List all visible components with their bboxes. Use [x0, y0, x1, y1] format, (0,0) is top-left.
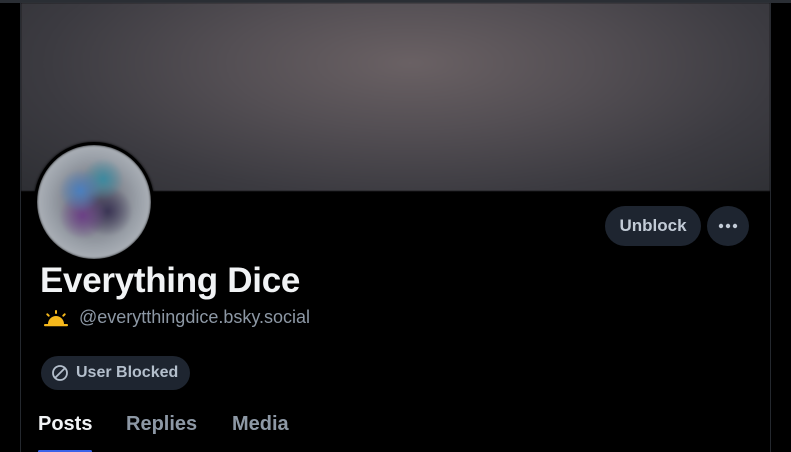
tab-replies[interactable]: Replies [126, 413, 197, 436]
sun-icon [44, 309, 68, 326]
more-options-button[interactable] [707, 206, 749, 246]
profile-handle[interactable]: @everytthingdice.bsky.social [79, 307, 310, 328]
profile-page: Unblock Everything Dice @everytthingdice… [0, 0, 791, 452]
ellipsis-icon [718, 223, 738, 229]
display-name: Everything Dice [40, 261, 301, 300]
tab-posts[interactable]: Posts [38, 413, 92, 436]
handle-row: @everytthingdice.bsky.social [43, 307, 310, 328]
profile-column: Unblock Everything Dice @everytthingdice… [20, 3, 771, 452]
avatar[interactable] [34, 142, 154, 262]
tab-media[interactable]: Media [232, 413, 289, 436]
profile-tabs: Posts Replies Media [21, 403, 770, 452]
ban-icon [52, 365, 68, 381]
user-blocked-label: User Blocked [76, 364, 179, 381]
user-blocked-badge: User Blocked [41, 356, 191, 390]
unblock-button[interactable]: Unblock [605, 206, 701, 246]
